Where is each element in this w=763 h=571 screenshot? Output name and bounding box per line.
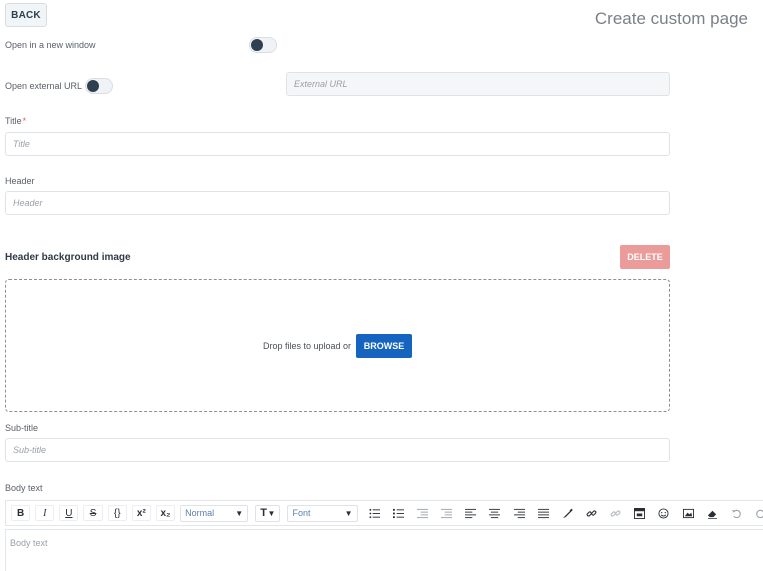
- subscript-button[interactable]: x₂: [155, 505, 176, 521]
- emoji-icon[interactable]: [654, 505, 674, 521]
- file-dropzone[interactable]: Drop files to upload or BROWSE: [5, 279, 670, 412]
- drop-text: Drop files to upload or: [262, 340, 352, 351]
- link-icon[interactable]: [581, 505, 602, 521]
- align-justify-icon[interactable]: [533, 505, 553, 521]
- indent-icon[interactable]: [436, 505, 457, 521]
- open-new-window-toggle[interactable]: [249, 37, 277, 53]
- required-mark: *: [22, 116, 27, 126]
- font-select[interactable]: Font ▼: [287, 504, 358, 522]
- subtitle-label: Sub-title: [5, 423, 39, 433]
- back-button[interactable]: BACK: [5, 3, 47, 27]
- toggle-knob: [251, 39, 263, 51]
- open-external-url-label: Open external URL: [5, 81, 83, 91]
- align-center-icon[interactable]: [485, 505, 505, 521]
- body-text-label: Body text: [5, 483, 43, 493]
- code-button[interactable]: {}: [107, 505, 127, 521]
- header-label: Header: [5, 176, 35, 186]
- title-label-text: Title: [5, 116, 22, 126]
- align-left-icon[interactable]: [461, 505, 481, 521]
- header-input[interactable]: Header: [5, 191, 670, 215]
- undo-icon[interactable]: [726, 505, 746, 521]
- superscript-button[interactable]: x²: [131, 505, 151, 521]
- delete-button[interactable]: DELETE: [620, 245, 670, 269]
- unlink-icon[interactable]: [606, 505, 626, 521]
- unordered-list-icon[interactable]: [364, 505, 384, 521]
- page-title: Create custom page: [594, 9, 748, 28]
- open-new-window-label: Open in a new window: [5, 40, 96, 50]
- browse-button[interactable]: BROWSE: [356, 333, 413, 358]
- editor-toolbar: B I U S {} x² x₂ Normal ▼ T ▼ Font ▼: [5, 500, 763, 526]
- redo-icon[interactable]: [751, 505, 763, 521]
- image-icon[interactable]: [678, 505, 698, 521]
- text-size-icon: T: [260, 507, 267, 519]
- block-type-value: Normal: [185, 508, 215, 518]
- eraser-icon[interactable]: [702, 505, 722, 521]
- title-input[interactable]: Title: [5, 132, 670, 156]
- chevron-down-icon: ▼: [344, 508, 353, 518]
- color-picker-icon[interactable]: [557, 505, 577, 521]
- font-value: Font: [292, 508, 311, 518]
- body-text-editor[interactable]: Body text: [5, 529, 763, 571]
- title-label: Title*: [5, 116, 26, 126]
- embed-icon[interactable]: [630, 505, 650, 521]
- align-right-icon[interactable]: [509, 505, 529, 521]
- text-size-select[interactable]: T ▼: [255, 504, 281, 522]
- outdent-icon[interactable]: [412, 505, 432, 521]
- chevron-down-icon: ▼: [267, 508, 276, 518]
- toggle-knob: [87, 80, 99, 92]
- italic-button[interactable]: I: [35, 505, 55, 521]
- external-url-input[interactable]: External URL: [286, 72, 670, 96]
- bold-button[interactable]: B: [11, 505, 31, 521]
- header-background-title: Header background image: [5, 252, 131, 263]
- open-external-url-toggle[interactable]: [85, 78, 113, 94]
- subtitle-input[interactable]: Sub-title: [5, 438, 670, 462]
- underline-button[interactable]: U: [59, 505, 79, 521]
- ordered-list-icon[interactable]: [388, 505, 408, 521]
- body-text-placeholder: Body text: [10, 538, 48, 548]
- strikethrough-button[interactable]: S: [83, 505, 103, 521]
- chevron-down-icon: ▼: [235, 508, 244, 518]
- block-type-select[interactable]: Normal ▼: [180, 504, 249, 522]
